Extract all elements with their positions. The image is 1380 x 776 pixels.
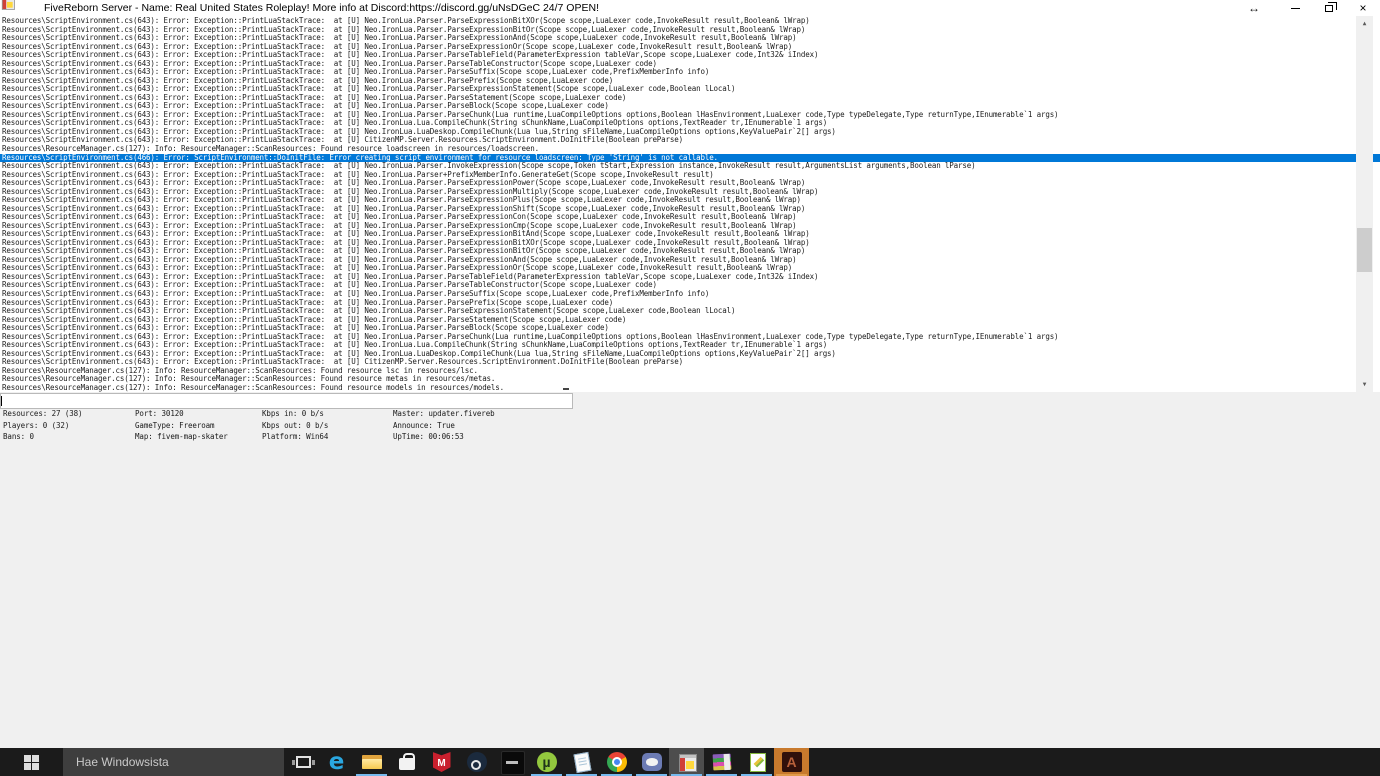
taskbar-search[interactable]: Hae Windowsista	[63, 748, 284, 776]
taskbar-app-chrome[interactable]	[599, 748, 634, 776]
taskbar-app-mcafee[interactable]: M	[424, 748, 459, 776]
close-button[interactable]: ×	[1346, 0, 1380, 16]
fivereborn-icon	[675, 750, 699, 774]
mcafee-icon: M	[430, 750, 454, 774]
status-cell: Announce: True	[393, 421, 455, 430]
status-cell: Resources: 27 (38)	[3, 409, 82, 418]
command-input[interactable]	[0, 393, 573, 409]
steam-icon	[465, 750, 489, 774]
start-button[interactable]	[0, 748, 63, 776]
utorrent-glyph: µ	[535, 750, 559, 774]
scroll-down-icon[interactable]: ▼	[1356, 377, 1373, 392]
app-window-icon	[0, 0, 16, 11]
status-cell: Kbps out: 0 b/s	[262, 421, 328, 430]
status-cell: GameType: Freeroam	[135, 421, 214, 430]
taskbar-app-file-explorer[interactable]	[354, 748, 389, 776]
dark-app-icon	[500, 750, 524, 774]
taskbar: Hae Windowsista eMµA Työpöytä » ∧ 17.35 …	[0, 748, 1380, 776]
log-lines: Resources\ScriptEnvironment.cs(643): Err…	[0, 17, 1380, 392]
store-icon	[395, 750, 419, 774]
log-line[interactable]: Resources\ResourceManager.cs(127): Info:…	[0, 384, 1380, 392]
taskbar-app-notepad-plus[interactable]	[739, 748, 774, 776]
flash-app-icon: A	[780, 750, 804, 774]
taskbar-app-discord[interactable]	[634, 748, 669, 776]
taskbar-app-notepad[interactable]	[564, 748, 599, 776]
taskbar-app-dark-app[interactable]	[494, 748, 529, 776]
text-artifact	[563, 388, 569, 390]
scroll-up-icon[interactable]: ▲	[1356, 16, 1373, 31]
status-cell: Master: updater.fivereb	[393, 409, 495, 418]
flash-app-glyph: A	[780, 750, 804, 774]
status-cell: Players: 0 (32)	[3, 421, 69, 430]
status-cell: Platform: Win64	[262, 432, 328, 441]
status-cell: Port: 30120	[135, 409, 184, 418]
text-caret	[1, 396, 2, 406]
taskbar-app-steam[interactable]	[459, 748, 494, 776]
scrollbar-thumb[interactable]	[1357, 228, 1372, 272]
console-lower-panel: Resources: 27 (38) Port: 30120 Kbps in: 0 …	[0, 392, 1380, 748]
taskbar-app-fivereborn[interactable]	[669, 748, 704, 776]
taskbar-app-winrar[interactable]	[704, 748, 739, 776]
status-row: Bans: 0 Map: fivem-map-skater Platform: Wi…	[0, 432, 1380, 443]
chrome-icon	[605, 750, 629, 774]
window-controls: ×	[1278, 0, 1380, 16]
file-explorer-icon	[360, 750, 384, 774]
discord-icon	[640, 750, 664, 774]
status-cell: Map: fivem-map-skater	[135, 432, 228, 441]
status-cell: Bans: 0	[3, 432, 34, 441]
status-row: Players: 0 (32) GameType: Freeroam Kbps ou…	[0, 421, 1380, 432]
restore-icon	[1325, 5, 1333, 12]
taskbar-app-store[interactable]	[389, 748, 424, 776]
desktop-screen: FiveReborn Server - Name: Real United St…	[0, 0, 1380, 776]
winrar-icon	[710, 750, 734, 774]
task-view-button[interactable]	[288, 748, 318, 776]
edge-icon: e	[325, 750, 349, 774]
edge-glyph: e	[325, 750, 349, 774]
minimize-button[interactable]	[1278, 0, 1312, 16]
log-scrollbar[interactable]: ▲ ▼	[1356, 16, 1373, 392]
restore-button[interactable]	[1312, 0, 1346, 16]
taskbar-app-flash-app[interactable]: A	[774, 748, 809, 776]
taskbar-app-edge[interactable]: e	[319, 748, 354, 776]
notepad-icon	[570, 750, 594, 774]
status-cell: Kbps in: 0 b/s	[262, 409, 324, 418]
mcafee-glyph: M	[430, 750, 454, 774]
taskbar-apps: e Mµ A	[319, 748, 809, 776]
taskbar-app-utorrent[interactable]: µ	[529, 748, 564, 776]
status-cell: UpTime: 00:06:53	[393, 432, 464, 441]
minimize-icon	[1291, 8, 1300, 9]
window-titlebar[interactable]: FiveReborn Server - Name: Real United St…	[0, 0, 1380, 16]
resize-cursor-icon: ↔	[1248, 1, 1260, 15]
server-log-list[interactable]: Resources\ScriptEnvironment.cs(643): Err…	[0, 16, 1380, 392]
task-view-icon	[296, 756, 311, 768]
window-title: FiveReborn Server - Name: Real United St…	[44, 2, 599, 14]
status-row: Resources: 27 (38) Port: 30120 Kbps in: 0 …	[0, 409, 1380, 420]
windows-logo-icon	[24, 755, 39, 770]
utorrent-icon: µ	[535, 750, 559, 774]
search-placeholder: Hae Windowsista	[76, 755, 169, 769]
notepad-plus-icon	[745, 750, 769, 774]
